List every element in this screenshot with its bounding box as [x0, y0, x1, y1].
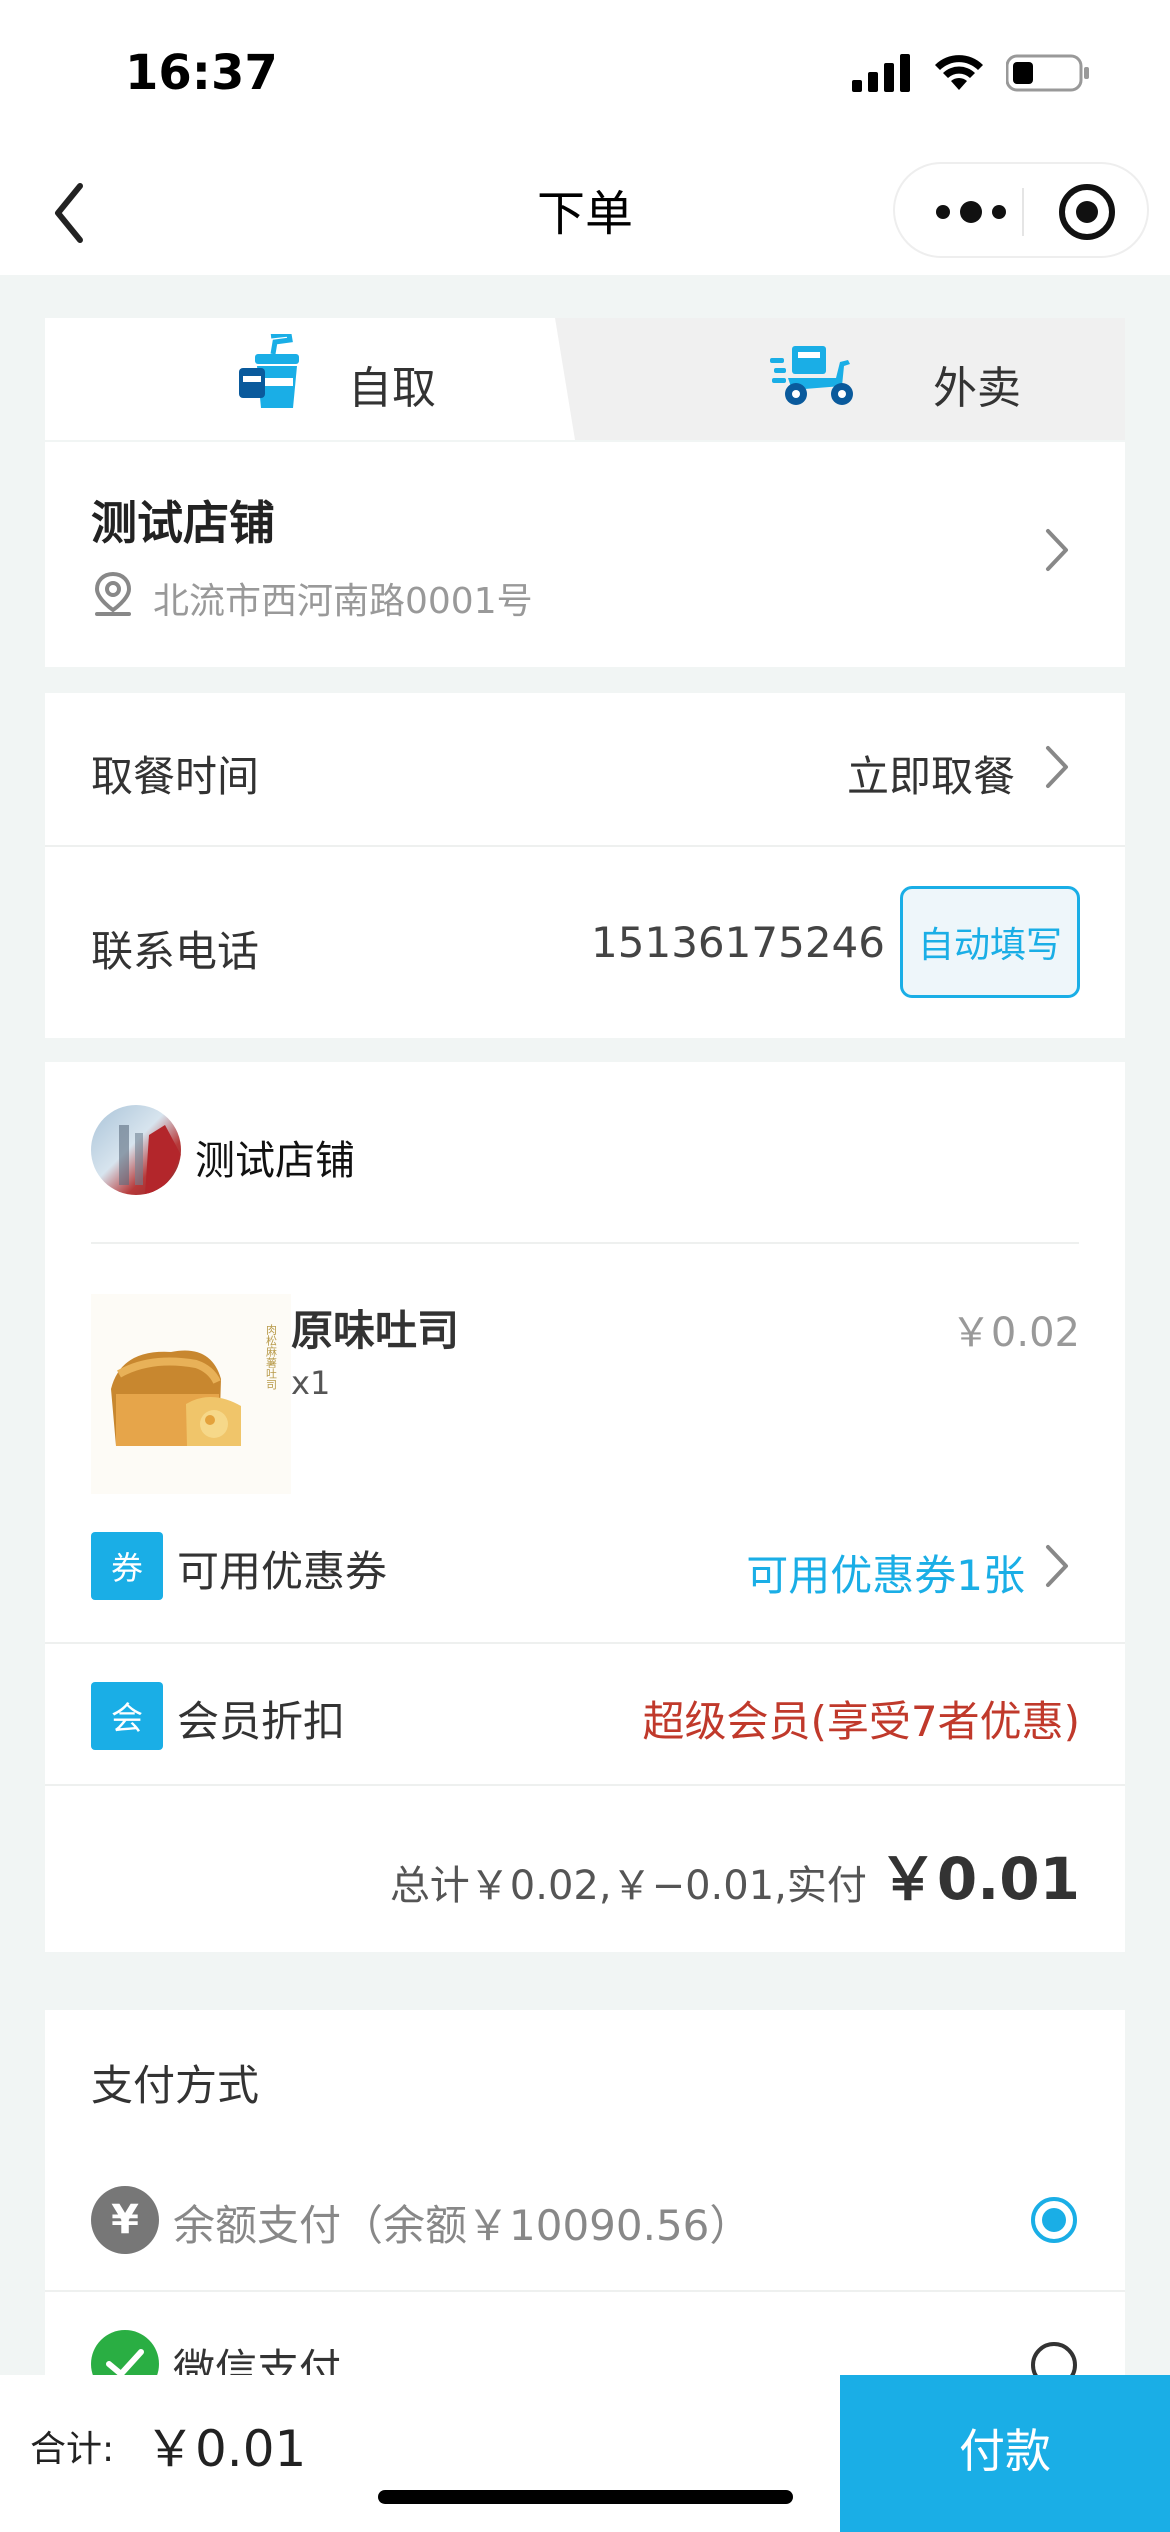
yen-icon: ¥ [91, 2186, 159, 2254]
divider [45, 1642, 1125, 1644]
member-tag-icon: 会 [91, 1682, 163, 1750]
chevron-right-icon [1046, 1545, 1068, 1587]
home-indicator [378, 2490, 793, 2504]
close-target-icon[interactable] [1055, 180, 1119, 244]
payment-option-label: 余额支付（余额￥10090.56） [173, 2201, 752, 2250]
divider [45, 845, 1125, 847]
order-total: 总计￥0.02,￥−0.01,实付 ￥0.01 [390, 1832, 1080, 1916]
product-price: ￥0.02 [950, 1310, 1080, 1356]
coupon-tag-icon: 券 [91, 1532, 163, 1600]
total-breakdown: 总计￥0.02,￥−0.01,实付 [389, 1863, 867, 1909]
sum-label: 合计: [30, 2429, 115, 2470]
phone-label: 联系电话 [91, 927, 260, 976]
autofill-button[interactable]: 自动填写 [900, 886, 1080, 998]
shop-name: 测试店铺 [91, 496, 275, 550]
product-quantity: x1 [291, 1364, 331, 1402]
order-item: 肉松麻薯吐司 原味吐司 x1 ￥0.02 [45, 1062, 1125, 1522]
nav-bar: 下单 [0, 150, 1170, 275]
order-type-tabs: 自取 外卖 [45, 318, 1125, 440]
wifi-icon [935, 55, 983, 90]
shop-selector[interactable]: 测试店铺 北流市西河南路0001号 [45, 442, 1125, 667]
toast-bread-image: 肉松麻薯吐司 [111, 1324, 278, 1446]
location-pin-icon [94, 571, 132, 616]
pickup-info-card: 取餐时间 立即取餐 联系电话 15136175246 自动填写 [45, 693, 1125, 1038]
member-discount-value: 超级会员(享受7者优惠) [642, 1697, 1081, 1746]
status-icons [852, 52, 1090, 92]
mini-program-capsule [893, 162, 1149, 258]
drink-cup-icon [239, 334, 299, 408]
signal-icon [852, 54, 910, 92]
radio-selected-icon[interactable] [1031, 2197, 1077, 2243]
pickup-time-label: 取餐时间 [91, 752, 260, 801]
payment-method-title: 支付方式 [91, 2061, 260, 2110]
divider [45, 1784, 1125, 1786]
tab-pickup-label: 自取 [348, 363, 436, 414]
scooter-icon [770, 346, 853, 405]
pay-button[interactable]: 付款 [840, 2375, 1170, 2532]
member-discount-label: 会员折扣 [177, 1697, 346, 1746]
sum-amount: ￥0.01 [145, 2420, 307, 2478]
shop-address: 北流市西河南路0001号 [153, 581, 533, 622]
phone-value: 15136175246 [591, 918, 885, 967]
more-dots-icon[interactable] [931, 196, 1011, 228]
tab-delivery[interactable]: 外卖 [575, 318, 1125, 440]
pickup-time-value: 立即取餐 [846, 752, 1015, 801]
chevron-right-icon [1046, 746, 1068, 788]
chevron-right-icon [1046, 529, 1068, 571]
bottom-checkout-bar: 合计: ￥0.01 付款 [0, 2375, 1170, 2532]
coupon-label: 可用优惠券 [177, 1547, 388, 1596]
product-name: 原味吐司 [291, 1306, 460, 1355]
svg-text:肉松麻薯吐司: 肉松麻薯吐司 [265, 1324, 278, 1390]
tab-pickup[interactable]: 自取 [45, 318, 575, 440]
payment-option-balance[interactable]: ¥ 余额支付（余额￥10090.56） [45, 2150, 1125, 2290]
coupon-value: 可用优惠券1张 [746, 1551, 1025, 1600]
product-image: 肉松麻薯吐司 [91, 1294, 291, 1494]
battery-icon [1006, 54, 1089, 92]
pickup-time-row[interactable]: 取餐时间 立即取餐 [45, 693, 1125, 845]
capsule-divider [1022, 188, 1024, 236]
status-time: 16:37 [125, 45, 278, 101]
order-card: 测试店铺 肉松麻薯吐司 原味吐司 x1 ￥0.02 券 可用优惠券 可用优惠券1… [45, 1062, 1125, 1952]
coupon-row[interactable]: 券 可用优惠券 可用优惠券1张 [45, 1502, 1125, 1642]
tab-delivery-label: 外卖 [933, 363, 1021, 414]
status-bar: 16:37 [0, 0, 1170, 150]
total-amount: ￥0.01 [878, 1845, 1080, 1913]
